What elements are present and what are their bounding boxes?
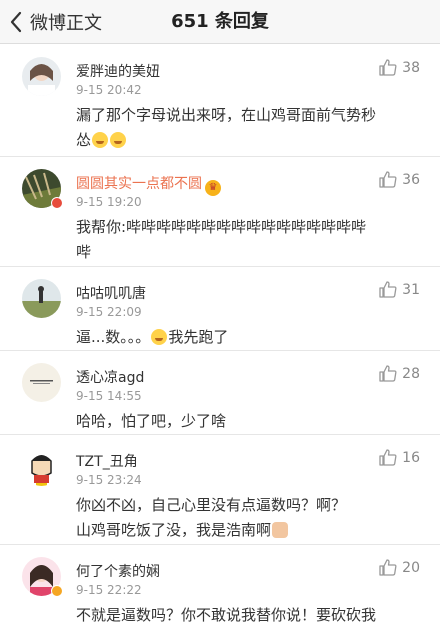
thumbs-up-icon <box>379 365 397 382</box>
avatar[interactable] <box>22 57 61 96</box>
username[interactable]: 圆圆其实一点都不圆 ♛ <box>76 173 221 196</box>
sweat-emoji-icon <box>151 329 168 345</box>
verified-badge-icon <box>51 197 63 209</box>
timestamp: 9-15 23:24 <box>76 473 142 487</box>
timestamp: 9-15 22:22 <box>76 583 142 597</box>
handshake-emoji-icon <box>272 522 289 538</box>
like-count: 31 <box>402 281 420 298</box>
thumbs-up-icon <box>379 281 397 298</box>
thumbs-up-icon <box>379 59 397 76</box>
like-count: 36 <box>402 171 420 188</box>
laugh-cry-emoji-icon <box>110 132 127 148</box>
avatar[interactable] <box>22 363 61 402</box>
like-count: 28 <box>402 365 420 382</box>
like-button[interactable]: 28 <box>379 365 420 382</box>
timestamp: 9-15 22:09 <box>76 305 142 319</box>
avatar[interactable] <box>22 279 61 318</box>
comment-item: 爱胖迪的美妞 9-15 20:42 漏了那个字母说出来呀，在山鸡哥面前气势秒 怂… <box>0 45 440 157</box>
timestamp: 9-15 14:55 <box>76 389 142 403</box>
timestamp: 9-15 20:42 <box>76 83 142 97</box>
comment-list: 爱胖迪的美妞 9-15 20:42 漏了那个字母说出来呀，在山鸡哥面前气势秒 怂… <box>0 45 440 627</box>
like-button[interactable]: 16 <box>379 449 420 466</box>
thumbs-up-icon <box>379 171 397 188</box>
laugh-cry-emoji-icon <box>92 132 109 148</box>
like-count: 16 <box>402 449 420 466</box>
comment-text: 我帮你:哔哔哔哔哔哔哔哔哔哔哔哔哔哔哔哔 哔 <box>76 218 367 261</box>
verified-badge-icon <box>51 585 63 597</box>
username[interactable]: 爱胖迪的美妞 <box>76 61 160 81</box>
comment-item: 透心凉agd 9-15 14:55 哈哈，怕了吧，少了啥 28 <box>0 351 440 435</box>
thumbs-up-icon <box>379 559 397 576</box>
username[interactable]: 何了个素的娴 <box>76 561 160 581</box>
avatar[interactable] <box>22 447 61 486</box>
like-button[interactable]: 31 <box>379 281 420 298</box>
like-count: 38 <box>402 59 420 76</box>
username[interactable]: 咕咕叽叽唐 <box>76 283 146 303</box>
like-button[interactable]: 20 <box>379 559 420 576</box>
timestamp: 9-15 19:20 <box>76 195 142 209</box>
comment-item: 圆圆其实一点都不圆 ♛ 9-15 19:20 我帮你:哔哔哔哔哔哔哔哔哔哔哔哔哔哔… <box>0 157 440 267</box>
comment-text: 逼...数。。。 我先跑了 <box>76 328 229 346</box>
comment-text: 漏了那个字母说出来呀，在山鸡哥面前气势秒 怂 <box>76 106 377 149</box>
comment-text: 哈哈，怕了吧，少了啥 <box>76 412 227 430</box>
like-count: 20 <box>402 559 420 576</box>
back-button[interactable]: 微博正文 <box>8 0 102 44</box>
vip-crown-icon: ♛ <box>205 180 221 196</box>
comment-item: 何了个素的娴 9-15 22:22 不就是逼数吗？你不敢说我替你说！要砍砍我 2… <box>0 545 440 627</box>
back-label: 微博正文 <box>30 13 102 34</box>
comment-item: TZT_丑角 9-15 23:24 你凶不凶，自己心里没有点逼数吗？啊？ 山鸡哥… <box>0 435 440 545</box>
chevron-left-icon <box>8 10 24 34</box>
top-nav-bar: 微博正文 651 条回复 <box>0 0 440 44</box>
username[interactable]: TZT_丑角 <box>76 451 138 471</box>
username[interactable]: 透心凉agd <box>76 367 144 387</box>
like-button[interactable]: 36 <box>379 171 420 188</box>
comment-text: 不就是逼数吗？你不敢说我替你说！要砍砍我 <box>76 606 377 624</box>
comment-text: 你凶不凶，自己心里没有点逼数吗？啊？ 山鸡哥吃饭了没，我是浩南啊 <box>76 496 347 539</box>
like-button[interactable]: 38 <box>379 59 420 76</box>
comment-item: 咕咕叽叽唐 9-15 22:09 逼...数。。。 我先跑了 31 <box>0 267 440 351</box>
thumbs-up-icon <box>379 449 397 466</box>
